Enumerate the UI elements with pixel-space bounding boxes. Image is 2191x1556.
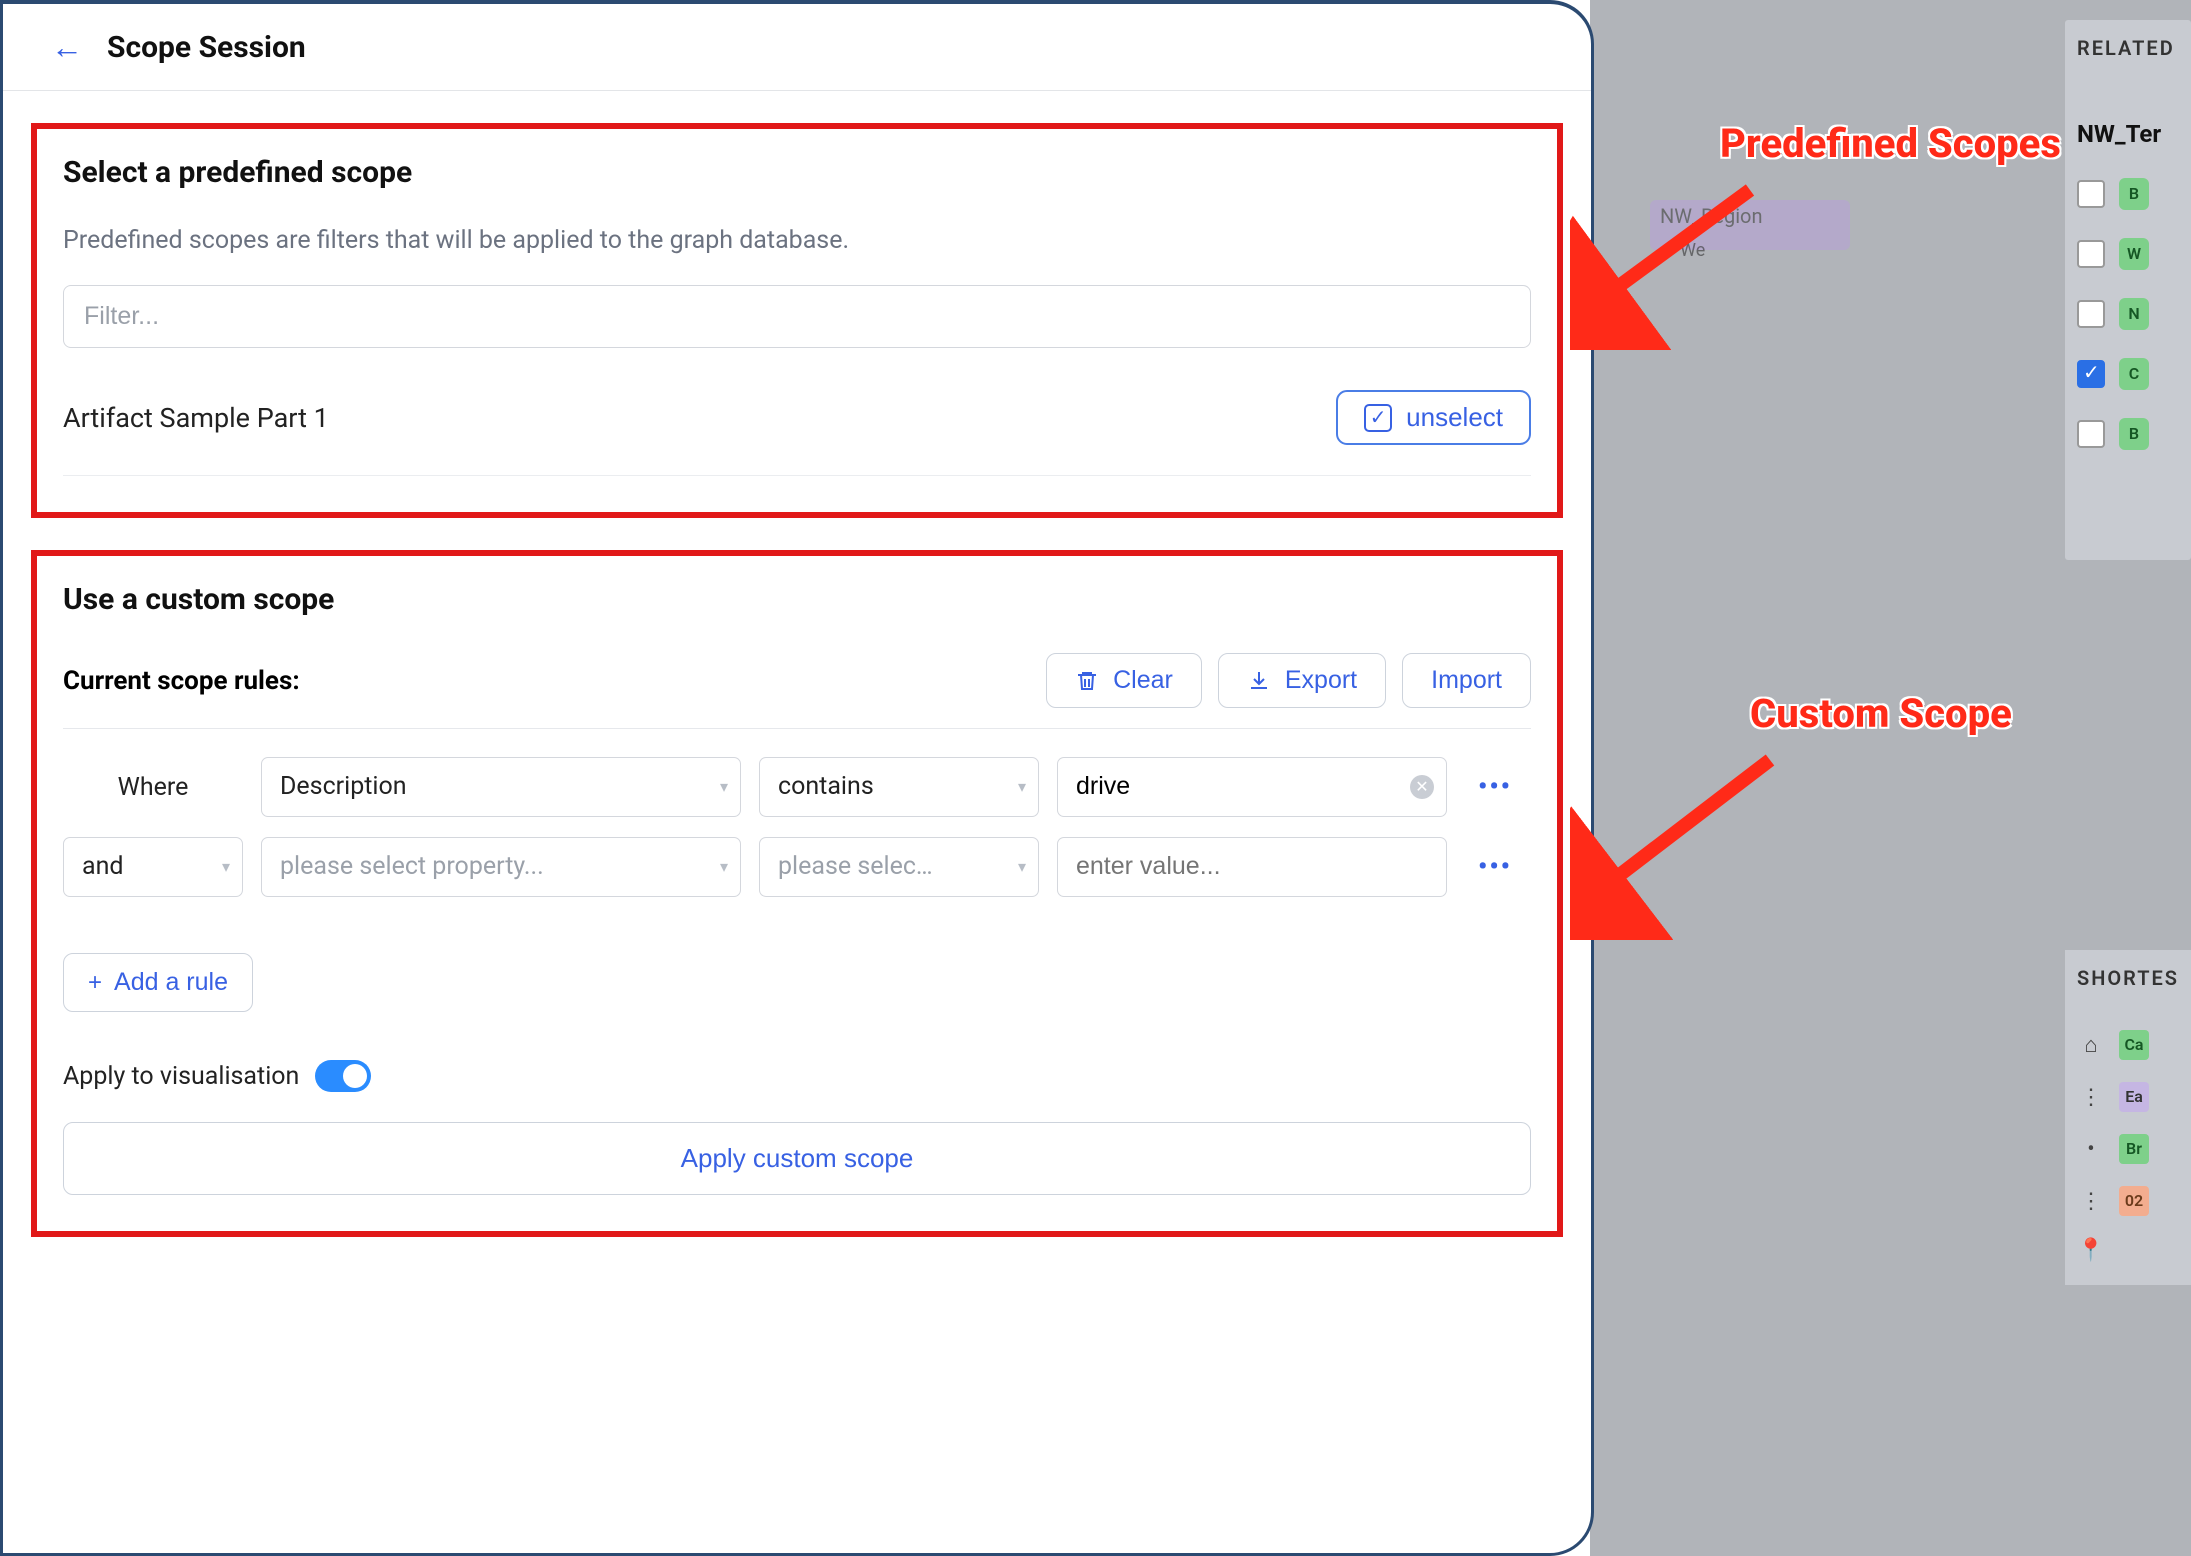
related-row[interactable]: B <box>2077 418 2191 450</box>
value-input-1[interactable]: ✕ <box>1057 757 1447 817</box>
rule-row-1: Where Description ▾ contains ▾ ✕ ••• <box>63 757 1531 817</box>
shortest-row[interactable]: • Br <box>2077 1134 2191 1164</box>
scope-session-dialog: ← Scope Session Select a predefined scop… <box>0 0 1594 1556</box>
related-header: RELATED <box>2077 36 2191 60</box>
custom-heading: Use a custom scope <box>63 582 1531 617</box>
shortest-row[interactable]: ⌂ Ca <box>2077 1030 2191 1060</box>
check-icon: ✓ <box>1364 404 1392 432</box>
rule-row-2: and ▾ please select property... ▾ please… <box>63 837 1531 897</box>
pin-icon: 📍 <box>2077 1238 2105 1263</box>
chevron-down-icon: ▾ <box>1018 852 1026 882</box>
related-panel: RELATED NW_Ter BWNCB <box>2065 20 2191 560</box>
related-row[interactable]: C <box>2077 358 2191 390</box>
home-icon: ⌂ <box>2077 1032 2105 1058</box>
divider <box>63 728 1531 729</box>
clear-label: Clear <box>1113 666 1173 695</box>
dialog-title: Scope Session <box>107 30 306 65</box>
graph-subnode-label: We <box>1680 240 1705 261</box>
related-subheader: NW_Ter <box>2077 120 2191 148</box>
related-pill: B <box>2119 178 2149 210</box>
shortest-panel: SHORTES ⌂ Ca ⋮ Ea • Br ⋮ 02 📍 <box>2065 950 2191 1285</box>
import-button[interactable]: Import <box>1402 653 1531 708</box>
shortest-row[interactable]: ⋮ 02 <box>2077 1186 2191 1216</box>
import-label: Import <box>1431 666 1502 695</box>
shortest-pill: Br <box>2119 1134 2149 1164</box>
related-checkbox[interactable] <box>2077 240 2105 268</box>
condition-value-1: contains <box>778 772 874 801</box>
shortest-row[interactable]: ⋮ Ea <box>2077 1082 2191 1112</box>
chevron-down-icon: ▾ <box>222 852 230 882</box>
download-icon <box>1247 669 1271 693</box>
clear-button[interactable]: Clear <box>1046 653 1202 708</box>
related-checkbox[interactable] <box>2077 360 2105 388</box>
value-field-1[interactable] <box>1076 772 1398 801</box>
related-checkbox[interactable] <box>2077 300 2105 328</box>
apply-custom-label: Apply custom scope <box>681 1143 914 1173</box>
value-field-2[interactable] <box>1076 852 1398 881</box>
shortest-row[interactable]: 📍 <box>2077 1238 2191 1263</box>
dot-icon: • <box>2077 1137 2105 1162</box>
trash-icon <box>1075 669 1099 693</box>
chevron-down-icon: ▾ <box>720 772 728 802</box>
property-select-2[interactable]: please select property... ▾ <box>261 837 741 897</box>
rule-more-button-1[interactable]: ••• <box>1465 772 1525 802</box>
related-checkbox[interactable] <box>2077 420 2105 448</box>
apply-vis-toggle[interactable] <box>315 1060 371 1092</box>
related-checkbox[interactable] <box>2077 180 2105 208</box>
conjunction-value: and <box>82 852 124 881</box>
export-button[interactable]: Export <box>1218 653 1386 708</box>
where-label: Where <box>63 773 243 802</box>
conjunction-select[interactable]: and ▾ <box>63 837 243 897</box>
add-rule-button[interactable]: + Add a rule <box>63 953 253 1012</box>
dialog-header: ← Scope Session <box>3 4 1591 91</box>
shortest-pill: Ca <box>2119 1030 2149 1060</box>
custom-scope-section: Use a custom scope Current scope rules: … <box>31 550 1563 1237</box>
clear-input-icon[interactable]: ✕ <box>1410 775 1434 799</box>
related-pill: C <box>2119 358 2149 390</box>
predefined-scope-name: Artifact Sample Part 1 <box>63 402 329 434</box>
chevron-down-icon: ▾ <box>720 852 728 882</box>
condition-select-2[interactable]: please selec… ▾ <box>759 837 1039 897</box>
shortest-pill: Ea <box>2119 1082 2149 1112</box>
back-arrow-icon[interactable]: ← <box>51 28 83 66</box>
predefined-description: Predefined scopes are filters that will … <box>63 226 1531 255</box>
current-rules-label: Current scope rules: <box>63 666 300 696</box>
property-value-1: Description <box>280 772 407 801</box>
condition-select-1[interactable]: contains ▾ <box>759 757 1039 817</box>
property-placeholder-2: please select property... <box>280 852 544 881</box>
graph-node-label: NW_Region <box>1660 204 1763 228</box>
dots-icon: ⋮ <box>2077 1189 2105 1214</box>
related-pill: N <box>2119 298 2149 330</box>
condition-placeholder-2: please selec… <box>778 852 933 881</box>
related-row[interactable]: W <box>2077 238 2191 270</box>
add-rule-label: Add a rule <box>114 968 228 997</box>
related-pill: B <box>2119 418 2149 450</box>
predefined-scope-section: Select a predefined scope Predefined sco… <box>31 123 1563 518</box>
rule-more-button-2[interactable]: ••• <box>1465 852 1525 882</box>
related-row[interactable]: N <box>2077 298 2191 330</box>
apply-vis-label: Apply to visualisation <box>63 1062 299 1091</box>
apply-custom-scope-button[interactable]: Apply custom scope <box>63 1122 1531 1195</box>
predefined-scope-item: Artifact Sample Part 1 ✓ unselect <box>63 348 1531 476</box>
export-label: Export <box>1285 666 1357 695</box>
unselect-button[interactable]: ✓ unselect <box>1336 390 1531 445</box>
shortest-header: SHORTES <box>2077 966 2191 990</box>
property-select-1[interactable]: Description ▾ <box>261 757 741 817</box>
predefined-filter-input[interactable] <box>63 285 1531 348</box>
chevron-down-icon: ▾ <box>1018 772 1026 802</box>
related-row[interactable]: B <box>2077 178 2191 210</box>
unselect-label: unselect <box>1406 402 1503 433</box>
value-input-2[interactable] <box>1057 837 1447 897</box>
related-pill: W <box>2119 238 2149 270</box>
plus-icon: + <box>88 969 102 997</box>
dots-icon: ⋮ <box>2077 1085 2105 1110</box>
shortest-pill: 02 <box>2119 1186 2149 1216</box>
predefined-heading: Select a predefined scope <box>63 155 1531 190</box>
